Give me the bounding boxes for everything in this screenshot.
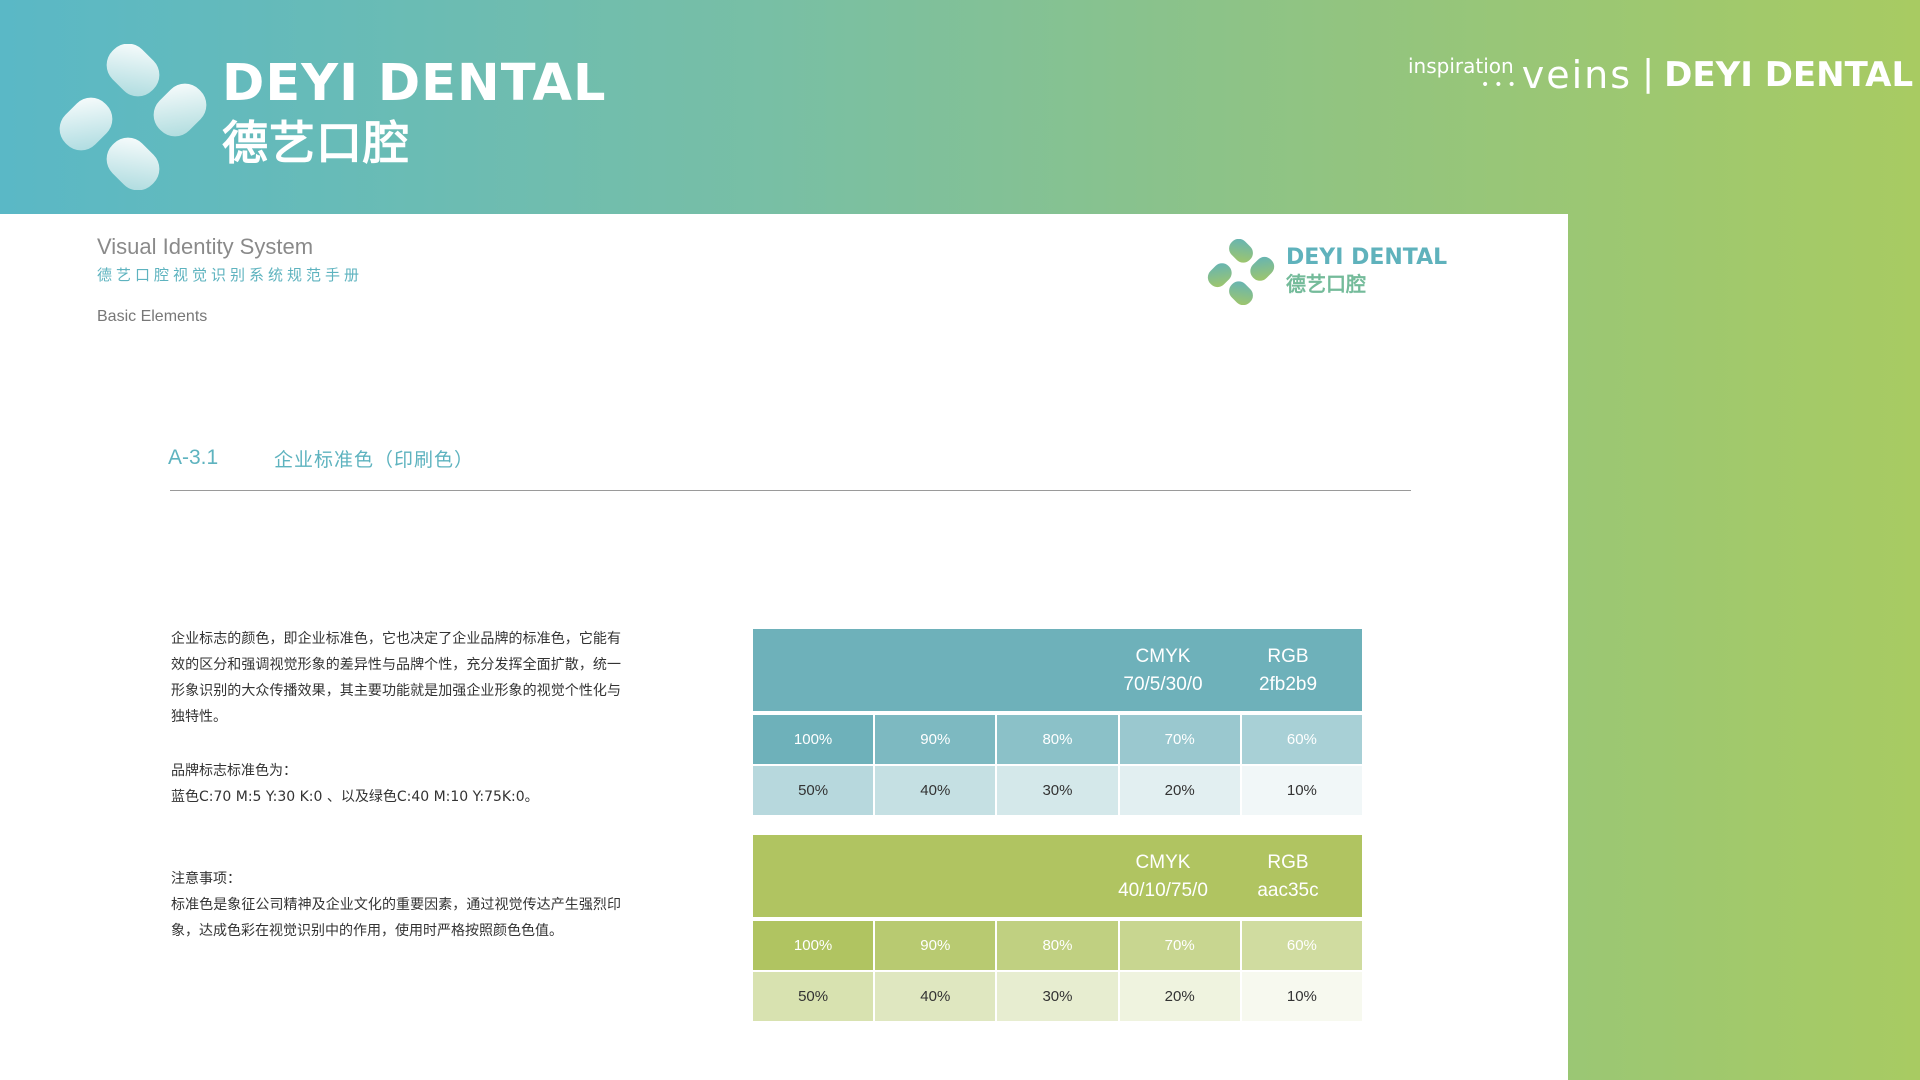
tint-cell: 30% — [997, 766, 1118, 815]
tint-cell: 30% — [997, 972, 1118, 1021]
standard-colors-values: 蓝色C:70 M:5 Y:30 K:0 、以及绿色C:40 M:10 Y:75K… — [171, 789, 539, 805]
tagline-brand: DEYI DENTAL — [1664, 55, 1914, 95]
tint-cell: 100% — [753, 715, 874, 764]
rgb-value: aac35c — [1257, 880, 1319, 901]
tint-grid: 100% 90% 80% 70% 60% 50% 40% 30% 20% 10% — [753, 715, 1362, 815]
tint-grid: 100% 90% 80% 70% 60% 50% 40% 30% 20% 10% — [753, 921, 1362, 1021]
cmyk-label: CMYK — [1135, 646, 1191, 667]
tint-cell: 20% — [1119, 766, 1240, 815]
swatch-cmyk: CMYK 40/10/75/0 — [1103, 849, 1223, 905]
tint-cell: 10% — [1241, 972, 1362, 1021]
intro-paragraph: 企业标志的颜色，即企业标准色，它也决定了企业品牌的标准色，它能有效的区分和强调视… — [171, 631, 621, 725]
swatch-header: CMYK 70/5/30/0 RGB 2fb2b9 — [753, 629, 1362, 711]
tagline-inspiration-text: inspiration — [1408, 54, 1514, 78]
tint-cell: 10% — [1241, 766, 1362, 815]
brand-name-en: DEYI DENTAL — [222, 54, 607, 113]
tint-cell: 60% — [1241, 715, 1362, 764]
standard-colors-block: 品牌标志标准色为： 蓝色C:70 M:5 Y:30 K:0 、以及绿色C:40 … — [171, 758, 621, 810]
tagline-dots: ••• — [1481, 77, 1521, 93]
tint-cell: 50% — [753, 766, 874, 815]
tagline-inspiration: inspiration ••• — [1408, 54, 1516, 94]
swatch-rgb: RGB 2fb2b9 — [1233, 643, 1343, 699]
rgb-label: RGB — [1267, 852, 1309, 873]
vis-title-cn: 德艺口腔视觉识别系统规范手册 — [97, 266, 364, 284]
small-logo-icon — [1207, 239, 1275, 305]
deyi-logo-icon — [59, 44, 207, 190]
small-logo-text-en: DEYI DENTAL — [1286, 245, 1448, 270]
section-number: A-3.1 — [168, 446, 219, 469]
tint-cell: 60% — [1241, 921, 1362, 970]
standard-colors-title: 品牌标志标准色为： — [171, 763, 297, 779]
tagline-veins: veins — [1521, 53, 1633, 97]
vis-title-en: Visual Identity System — [97, 234, 314, 259]
document-page: Visual Identity System 德艺口腔视觉识别系统规范手册 Ba… — [0, 214, 1568, 1080]
rgb-value: 2fb2b9 — [1258, 674, 1318, 695]
tagline: inspiration ••• veins | DEYI DENTAL — [1408, 53, 1914, 97]
small-logo-text-cn: 德艺口腔 — [1286, 272, 1366, 296]
tint-cell: 20% — [1119, 972, 1240, 1021]
tint-cell: 50% — [753, 972, 874, 1021]
tint-cell: 90% — [875, 715, 996, 764]
notes-title: 注意事项： — [171, 871, 241, 887]
tint-cell: 40% — [875, 972, 996, 1021]
tint-cell: 80% — [997, 715, 1118, 764]
swatch-green: CMYK 40/10/75/0 RGB aac35c 100% 90% 80% 70%… — [753, 835, 1362, 1021]
tint-cell: 80% — [997, 921, 1118, 970]
cmyk-value: 70/5/30/0 — [1123, 674, 1203, 695]
cmyk-value: 40/10/75/0 — [1118, 880, 1208, 901]
rgb-label: RGB — [1267, 646, 1309, 667]
swatch-cmyk: CMYK 70/5/30/0 — [1103, 643, 1223, 699]
notes-block: 注意事项： 标准色是象征公司精神及企业文化的重要因素，通过视觉传达产生强烈印象，… — [171, 866, 621, 944]
tagline-separator: | — [1642, 53, 1655, 94]
section-category: Basic Elements — [97, 308, 208, 325]
swatch-header: CMYK 40/10/75/0 RGB aac35c — [753, 835, 1362, 917]
section-title: 企业标准色（印刷色） — [274, 449, 475, 471]
header-banner: DEYI DENTAL 德艺口腔 inspiration ••• veins |… — [0, 0, 1920, 214]
tint-cell: 70% — [1119, 715, 1240, 764]
brand-name-cn: 德艺口腔 — [222, 116, 410, 170]
section-divider — [170, 490, 1411, 491]
tint-cell: 90% — [875, 921, 996, 970]
tint-cell: 40% — [875, 766, 996, 815]
tint-cell: 70% — [1119, 921, 1240, 970]
tint-cell: 100% — [753, 921, 874, 970]
swatch-blue: CMYK 70/5/30/0 RGB 2fb2b9 100% 90% 80% 70% 6… — [753, 629, 1362, 815]
swatch-rgb: RGB aac35c — [1233, 849, 1343, 905]
cmyk-label: CMYK — [1135, 852, 1191, 873]
notes-body: 标准色是象征公司精神及企业文化的重要因素，通过视觉传达产生强烈印象，达成色彩在视… — [171, 897, 621, 939]
